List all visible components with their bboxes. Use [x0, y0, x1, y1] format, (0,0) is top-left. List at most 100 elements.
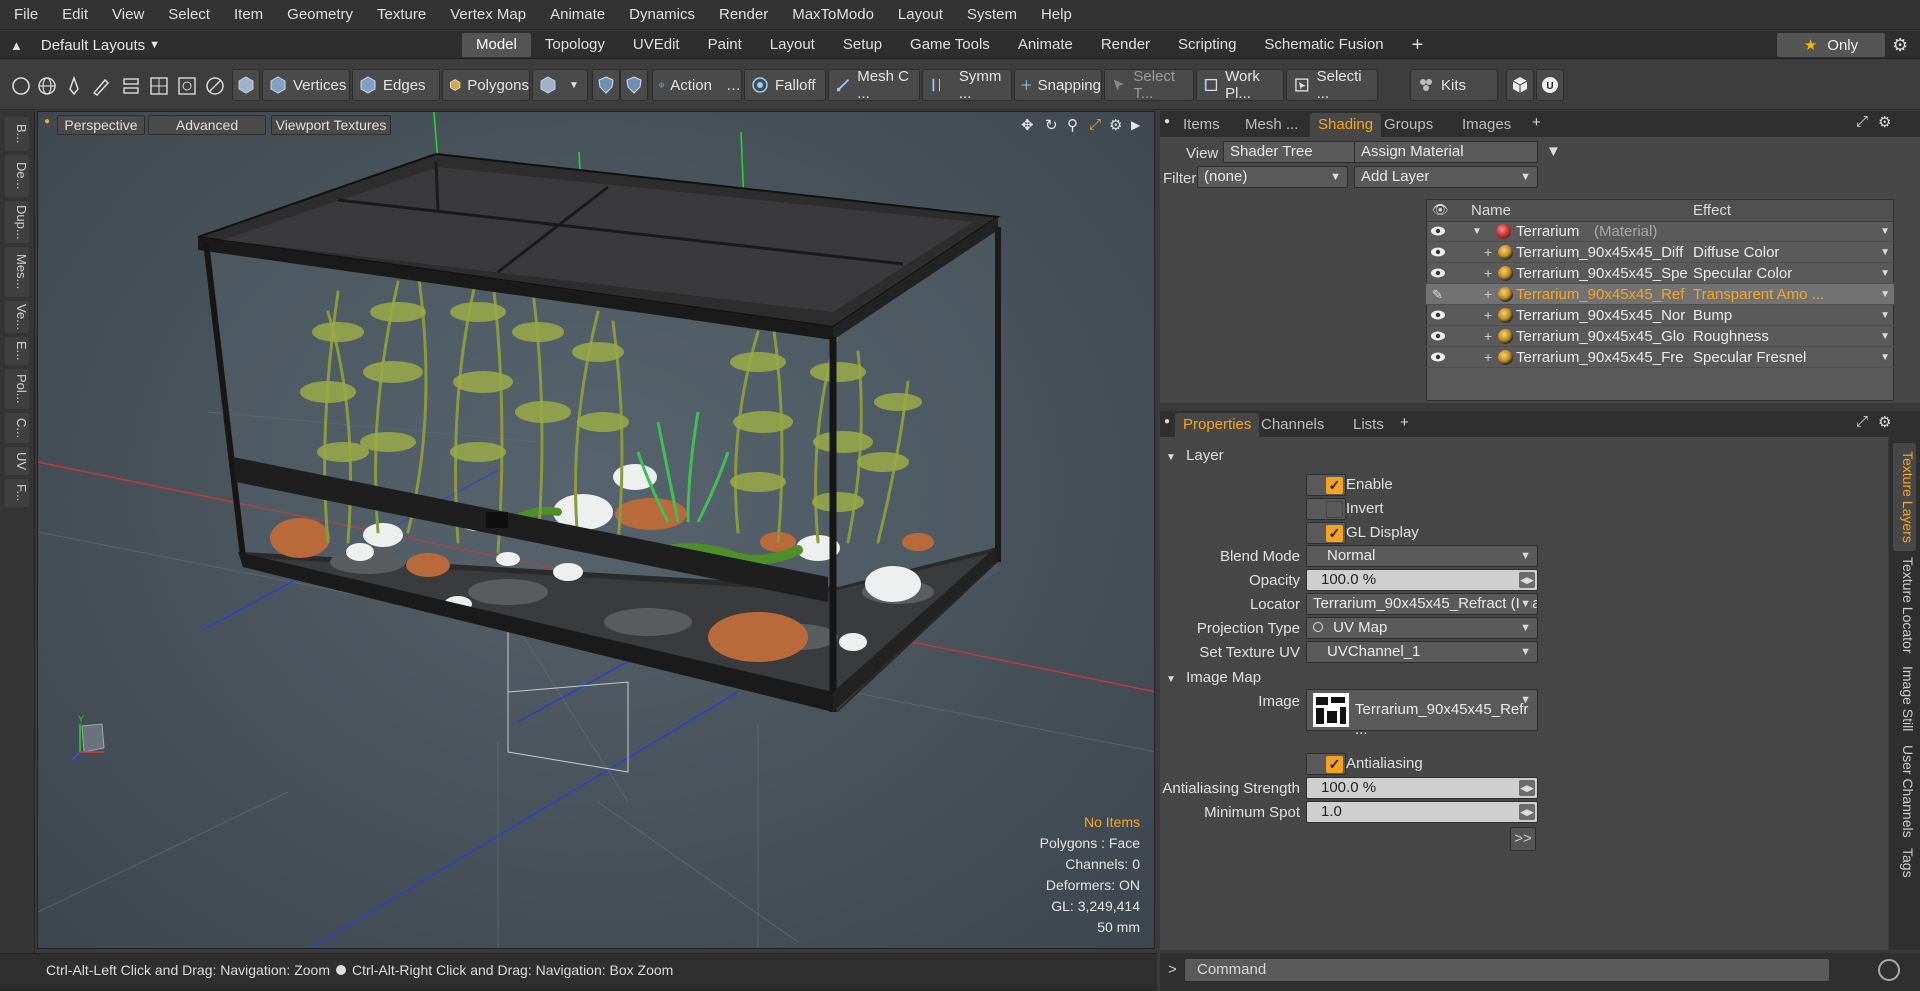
- menu-texture[interactable]: Texture: [365, 0, 438, 30]
- minimum-spot-field[interactable]: 1.0 ◀▶: [1306, 801, 1538, 823]
- tab-channels[interactable]: Channels: [1253, 413, 1332, 437]
- edges-button[interactable]: Edges: [352, 69, 440, 101]
- tab-mesh-edit[interactable]: Mes...: [5, 247, 29, 297]
- chevron-down-icon[interactable]: ▼: [1880, 221, 1890, 242]
- tab-shading[interactable]: Shading: [1310, 113, 1382, 137]
- fit-view-icon[interactable]: ⤢: [1089, 116, 1101, 133]
- menu-view[interactable]: View: [100, 0, 156, 30]
- shader-row[interactable]: + Terrarium_90x45x45_Nor ... Bump ▼: [1426, 305, 1894, 326]
- filter-dropdown[interactable]: (none) ▼: [1197, 166, 1348, 188]
- pen-tool-icon[interactable]: [63, 75, 85, 97]
- tab-mesh[interactable]: Mesh ...: [1237, 113, 1306, 137]
- kits-button[interactable]: Kits: [1410, 69, 1498, 101]
- brush-icon[interactable]: [90, 75, 112, 97]
- tab-scripting[interactable]: Scripting: [1164, 33, 1250, 57]
- enable-checkbox[interactable]: ✓: [1306, 474, 1346, 496]
- chevron-down-icon[interactable]: ▼: [1880, 347, 1890, 368]
- shader-row[interactable]: ✎ + Terrarium_90x45x45_Ref ... Transparent …: [1426, 284, 1894, 305]
- collapse-up-icon[interactable]: ▲: [10, 38, 23, 53]
- tab-properties[interactable]: Properties: [1175, 413, 1260, 437]
- menu-render[interactable]: Render: [707, 0, 780, 30]
- tab-images[interactable]: Images: [1454, 113, 1519, 137]
- globe-icon[interactable]: [36, 75, 58, 97]
- falloff-button[interactable]: Falloff: [744, 69, 826, 101]
- shader-row-effect[interactable]: Bump: [1693, 305, 1883, 326]
- tab-uvedit[interactable]: UVEdit: [619, 33, 694, 57]
- tab-duplicate[interactable]: Dup...: [5, 201, 29, 243]
- shader-row-effect[interactable]: Specular Color: [1693, 263, 1883, 284]
- opacity-field[interactable]: 100.0 % ◀▶: [1306, 569, 1538, 591]
- chevron-down-icon[interactable]: ▼: [1880, 326, 1890, 347]
- shader-row[interactable]: + Terrarium_90x45x45_Diff ... Diffuse Colo…: [1426, 242, 1894, 263]
- eye-icon[interactable]: [1430, 246, 1446, 258]
- item-mode-button[interactable]: [232, 69, 260, 101]
- menu-dynamics[interactable]: Dynamics: [617, 0, 707, 30]
- locator-dropdown[interactable]: Terrarium_90x45x45_Refract (Ima ... ▼: [1306, 593, 1538, 615]
- menu-animate[interactable]: Animate: [538, 0, 617, 30]
- invert-checkbox[interactable]: [1306, 498, 1346, 520]
- menu-file[interactable]: File: [0, 0, 50, 30]
- select-through-button[interactable]: Select T...: [1104, 68, 1194, 102]
- frame-icon[interactable]: [176, 75, 198, 97]
- tab-game-tools[interactable]: Game Tools: [896, 33, 1004, 57]
- gear-icon[interactable]: ⚙: [1878, 413, 1891, 431]
- viewport-menu-dot[interactable]: ●: [44, 116, 50, 127]
- expand-plus-icon[interactable]: +: [1484, 263, 1492, 284]
- command-input[interactable]: Command: [1184, 958, 1830, 982]
- menu-item[interactable]: Item: [222, 0, 275, 30]
- spinner-icon[interactable]: ◀▶: [1519, 804, 1535, 820]
- brush-icon[interactable]: ✎: [1432, 284, 1443, 305]
- chevron-down-icon[interactable]: ▼: [1880, 263, 1890, 284]
- command-history-icon[interactable]: [1878, 959, 1900, 981]
- image-map-section-header[interactable]: ▼ Image Map: [1166, 669, 1261, 686]
- projection-type-dropdown[interactable]: UV Map ▼: [1306, 617, 1538, 639]
- eye-icon[interactable]: [1430, 351, 1446, 363]
- tab-polygon[interactable]: Pol...: [5, 369, 29, 409]
- spinner-icon[interactable]: ◀▶: [1519, 780, 1535, 796]
- tab-fusion[interactable]: F...: [5, 479, 29, 507]
- play-right-icon[interactable]: ▶: [1131, 118, 1140, 132]
- tab-lists[interactable]: Lists: [1345, 413, 1392, 437]
- menu-layout[interactable]: Layout: [886, 0, 955, 30]
- set-texture-uv-dropdown[interactable]: UVChannel_1 ▼: [1306, 641, 1538, 663]
- tab-setup[interactable]: Setup: [829, 33, 896, 57]
- eye-icon[interactable]: [1430, 225, 1446, 237]
- tab-tags[interactable]: Tags: [1893, 843, 1916, 883]
- gear-icon[interactable]: ⚙: [1892, 35, 1908, 56]
- antialiasing-checkbox[interactable]: ✓: [1306, 753, 1346, 775]
- grid-icon[interactable]: [148, 75, 170, 97]
- tab-uv[interactable]: UV: [5, 447, 29, 475]
- image-dropdown[interactable]: Terrarium_90x45x45_Refr ... ▼: [1306, 689, 1538, 738]
- selection-sets-button[interactable]: Selecti ...: [1286, 68, 1378, 102]
- chevron-down-icon[interactable]: ▼: [1880, 305, 1890, 326]
- symmetry-shield-button[interactable]: [592, 69, 620, 101]
- expand-plus-icon[interactable]: +: [1484, 347, 1492, 368]
- tab-deform[interactable]: De...: [5, 155, 29, 197]
- viewport-textures-button[interactable]: Viewport Textures: [271, 115, 391, 135]
- expand-plus-icon[interactable]: +: [1484, 326, 1492, 347]
- align-icon[interactable]: [120, 75, 142, 97]
- menu-geometry[interactable]: Geometry: [275, 0, 365, 30]
- polygons-button[interactable]: Polygons: [442, 69, 530, 101]
- tab-edge[interactable]: E...: [5, 337, 29, 365]
- tab-model[interactable]: Model: [462, 33, 531, 57]
- gl-display-checkbox[interactable]: ✓: [1306, 522, 1346, 544]
- tab-user-channels[interactable]: User Channels: [1893, 743, 1916, 839]
- tab-texture-locator[interactable]: Texture Locator: [1893, 555, 1916, 655]
- spinner-icon[interactable]: ◀▶: [1519, 572, 1535, 588]
- panel-dot-icon[interactable]: ●: [1164, 416, 1170, 427]
- rotate-icon[interactable]: ↻: [1045, 116, 1058, 134]
- name-column-header[interactable]: Name: [1471, 202, 1511, 219]
- selection-type-dropdown[interactable]: ▼: [532, 69, 588, 101]
- tab-paint[interactable]: Paint: [694, 33, 756, 57]
- shader-row-effect[interactable]: Diffuse Color: [1693, 242, 1883, 263]
- expand-plus-icon[interactable]: +: [1484, 305, 1492, 326]
- tab-animate[interactable]: Animate: [1004, 33, 1087, 57]
- expand-triangle-icon[interactable]: ▼: [1472, 221, 1482, 242]
- eye-icon[interactable]: [1430, 309, 1446, 321]
- shading-mode-button[interactable]: Advanced: [148, 115, 266, 135]
- only-button[interactable]: ★ Only: [1777, 33, 1885, 57]
- effect-column-header[interactable]: Effect: [1693, 202, 1731, 219]
- antialiasing-strength-field[interactable]: 100.0 % ◀▶: [1306, 777, 1538, 799]
- shader-row-root[interactable]: ▼ Terrarium (Material) ▼: [1426, 221, 1894, 242]
